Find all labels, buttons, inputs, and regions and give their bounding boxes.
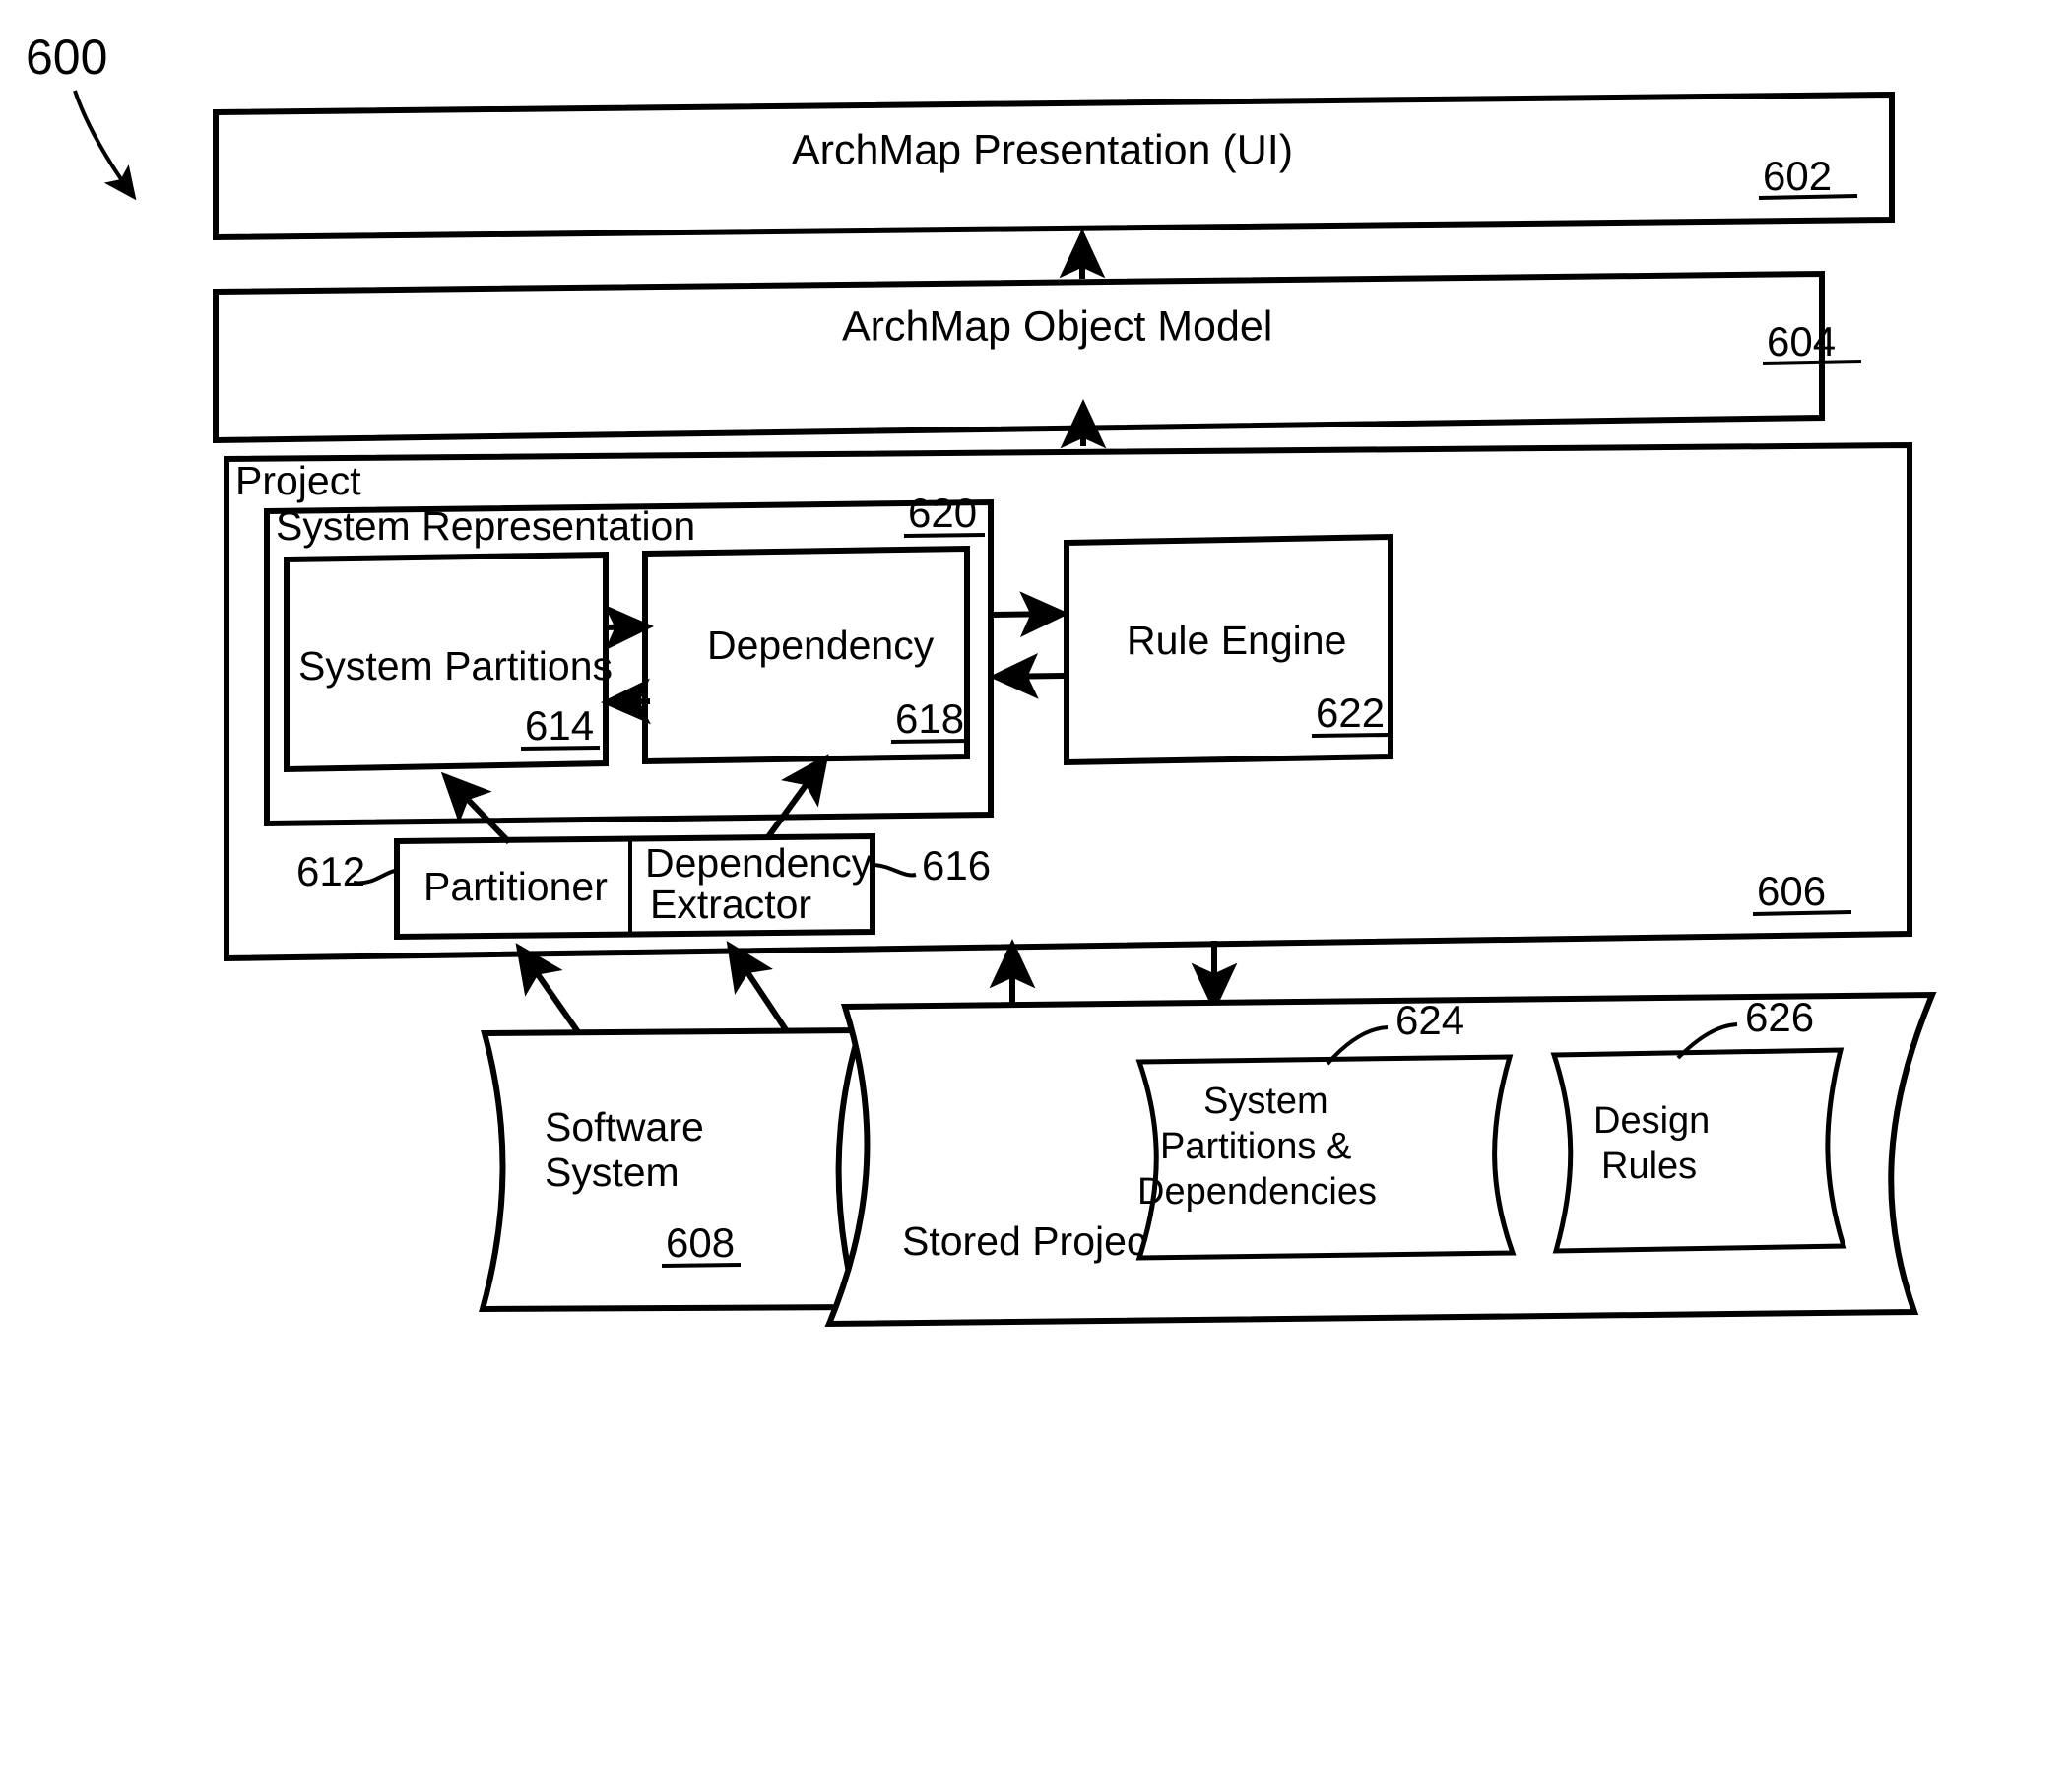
stored-partitions-label-line2: Partitions &: [1160, 1126, 1351, 1167]
arrow-ruleengine-to-sysrep: [989, 652, 1065, 699]
ref-622: 622: [1311, 690, 1392, 738]
ref-620: 620: [903, 490, 986, 538]
dependency-extractor-label-line1: Dependency: [645, 840, 873, 886]
archmap-presentation-box: ArchMap Presentation (UI) 602: [213, 91, 1895, 241]
ref-622-underline: [1311, 733, 1392, 738]
ref-614-underline: [520, 746, 601, 751]
ref-614: 614: [520, 702, 601, 751]
partitioner-extractor-group: Partitioner Dependency Extractor: [394, 832, 875, 941]
ref-616: 616: [922, 842, 991, 888]
svg-text:602: 602: [1763, 153, 1832, 199]
dependency-box: Dependency 618: [642, 545, 971, 765]
rule-engine-label: Rule Engine: [1127, 618, 1346, 663]
project-label: Project: [235, 458, 361, 503]
stored-project-label: Stored Project: [902, 1218, 1158, 1264]
figure-number-leader-arrow: [73, 90, 137, 201]
svg-text:618: 618: [895, 695, 964, 742]
ref-620-underline: [903, 533, 986, 538]
svg-text:604: 604: [1767, 318, 1836, 364]
archmap-object-model-outline: [213, 270, 1825, 444]
arrow-softwaresystem-to-partitioner: [515, 943, 586, 1041]
partitioner-label: Partitioner: [423, 864, 608, 909]
stored-project-shape: Stored Project 610 System Partitions & D…: [824, 991, 1937, 1328]
design-rules-label-line2: Rules: [1601, 1146, 1697, 1187]
svg-text:622: 622: [1316, 690, 1385, 736]
rule-engine-box: Rule Engine 622: [1064, 533, 1393, 766]
ref-618: 618: [890, 695, 971, 744]
design-rules-label-line1: Design: [1593, 1100, 1710, 1142]
arrow-sysrep-to-ruleengine: [992, 591, 1069, 638]
block-diagram-canvas: 600 ArchMap Presentation (UI) 602 ArchMa…: [26, 30, 1937, 1328]
archmap-presentation-label: ArchMap Presentation (UI): [792, 126, 1293, 173]
svg-text:620: 620: [908, 490, 977, 536]
stored-partitions-label-line3: Dependencies: [1137, 1171, 1377, 1213]
svg-text:606: 606: [1757, 868, 1826, 914]
patent-figure-600: 600 ArchMap Presentation (UI) 602 ArchMa…: [0, 0, 2072, 1775]
arrow-dependency-to-partitions: [601, 678, 651, 725]
ref-608-underline: [661, 1263, 742, 1268]
software-system-label-line1: Software: [545, 1104, 704, 1150]
software-system-shape: Software System 608: [479, 1026, 865, 1313]
figure-number: 600: [26, 30, 107, 85]
system-representation-label: System Representation: [276, 503, 695, 549]
ref-608: 608: [661, 1219, 742, 1268]
ref-612: 612: [296, 848, 365, 894]
ref-606-underline: [1752, 910, 1852, 916]
design-rules-outline: [1550, 1047, 1847, 1254]
archmap-object-model-label: ArchMap Object Model: [842, 302, 1272, 350]
ref-602-underline: [1758, 194, 1858, 200]
software-system-label-line2: System: [545, 1150, 680, 1195]
dependency-label: Dependency: [707, 623, 935, 668]
arrow-partitions-to-dependency: [604, 604, 654, 651]
stored-partitions-label-line1: System: [1203, 1081, 1328, 1122]
system-partitions-label: System Partitions: [298, 643, 613, 689]
archmap-object-model-box: ArchMap Object Model 604: [213, 270, 1862, 444]
design-rules-shape: Design Rules: [1550, 1047, 1847, 1254]
ref-618-underline: [890, 739, 971, 744]
ref-626: 626: [1745, 994, 1814, 1040]
svg-text:608: 608: [666, 1219, 735, 1266]
dependency-extractor-label-line2: Extractor: [650, 882, 811, 927]
arrow-softwaresystem-to-extractor: [726, 941, 794, 1039]
stored-partitions-shape: System Partitions & Dependencies: [1135, 1054, 1517, 1261]
ref-624: 624: [1395, 997, 1464, 1043]
svg-text:614: 614: [525, 702, 594, 749]
ref-604: 604: [1762, 318, 1862, 365]
system-partitions-box: System Partitions 614: [284, 551, 613, 773]
ref-604-underline: [1762, 360, 1862, 365]
